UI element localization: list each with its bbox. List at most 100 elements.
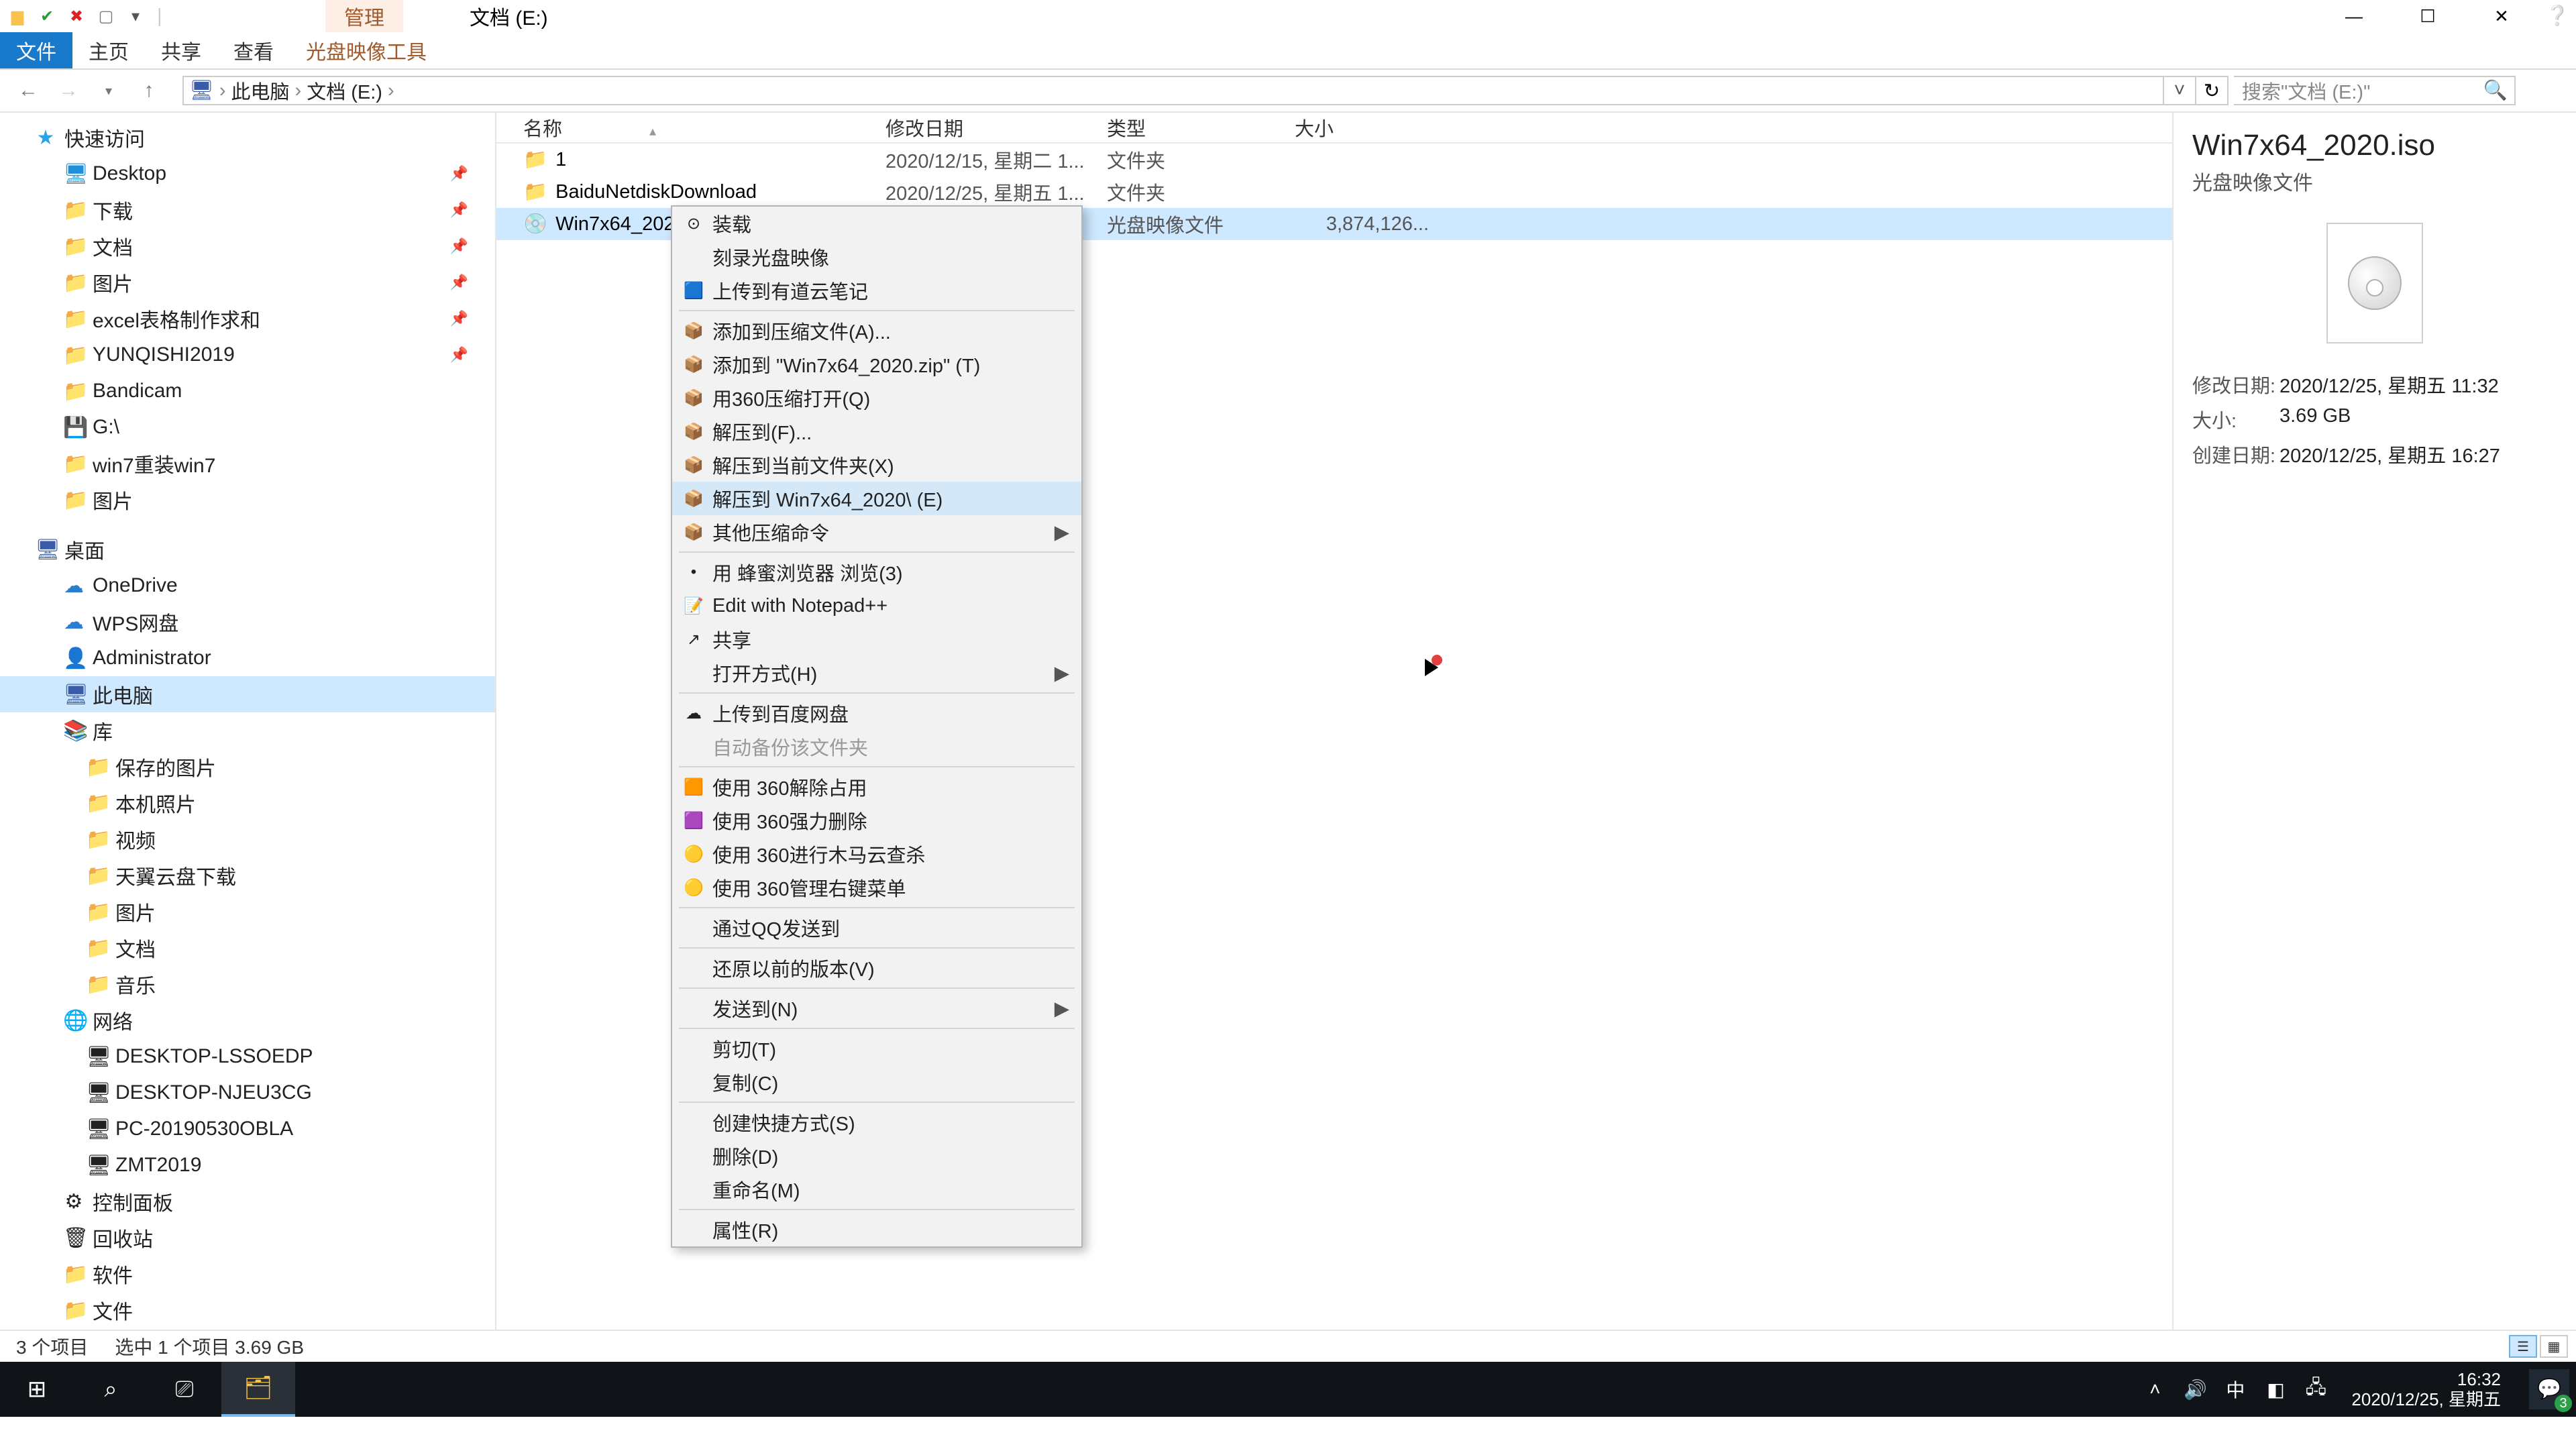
menu-item[interactable]: 重命名(M) <box>672 1173 1081 1206</box>
ribbon-tab-home[interactable]: 主页 <box>72 32 145 68</box>
tree-item[interactable]: 📚库 <box>0 712 495 749</box>
tree-item[interactable]: ☁WPS网盘 <box>0 604 495 640</box>
breadcrumb-sep[interactable]: › <box>290 80 307 102</box>
tree-item[interactable]: 📁文档📌 <box>0 228 495 264</box>
nav-history-dropdown[interactable]: ▾ <box>97 83 121 99</box>
tree-item[interactable]: 📁软件 <box>0 1256 495 1292</box>
tree-item[interactable]: ★快速访问 <box>0 119 495 156</box>
menu-item[interactable]: 发送到(N)▶ <box>672 991 1081 1025</box>
nav-tree[interactable]: ★快速访问🖥Desktop📌📁下载📌📁文档📌📁图片📌📁excel表格制作求和📌📁… <box>0 113 496 1330</box>
search-input[interactable]: 搜索"文档 (E:)" 🔍 <box>2234 76 2516 105</box>
tree-item[interactable]: 📁图片📌 <box>0 264 495 301</box>
menu-item[interactable]: 📦解压到(F)... <box>672 415 1081 448</box>
menu-item[interactable]: 📦解压到 Win7x64_2020\ (E) <box>672 482 1081 515</box>
tree-item[interactable]: 🖥桌面 <box>0 531 495 568</box>
menu-item[interactable]: 删除(D) <box>672 1139 1081 1173</box>
address-history-button[interactable]: ˅ <box>2163 77 2195 104</box>
breadcrumb-root-icon[interactable]: 🖥 <box>189 79 214 102</box>
view-details-button[interactable]: ☰ <box>2509 1335 2537 1358</box>
tree-item[interactable]: 📁YUNQISHI2019📌 <box>0 337 495 373</box>
tree-item[interactable]: 👤Administrator <box>0 640 495 676</box>
breadcrumb-sep[interactable]: › <box>382 80 400 102</box>
qat-props-icon[interactable]: ▢ <box>94 4 118 28</box>
tree-item[interactable]: 📁win7重装win7 <box>0 445 495 482</box>
tree-item[interactable]: 📁下载📌 <box>0 192 495 228</box>
tree-item[interactable]: 💾G:\ <box>0 409 495 445</box>
tree-item[interactable]: 📁本机照片 <box>0 785 495 821</box>
menu-item[interactable]: 剪切(T) <box>672 1032 1081 1065</box>
tree-item[interactable]: 🖥Desktop📌 <box>0 156 495 192</box>
minimize-button[interactable]: — <box>2317 0 2391 32</box>
qat-check-icon[interactable]: ✔ <box>35 4 59 28</box>
ime-indicator[interactable]: 中 <box>2221 1376 2249 1403</box>
menu-item[interactable]: ⊙装载 <box>672 207 1081 240</box>
nav-back-button[interactable]: ← <box>16 79 40 102</box>
menu-item[interactable]: 📦添加到 "Win7x64_2020.zip" (T) <box>672 347 1081 381</box>
nav-forward-button[interactable]: → <box>56 79 80 102</box>
breadcrumb-sep[interactable]: › <box>214 80 231 102</box>
menu-item[interactable]: 打开方式(H)▶ <box>672 656 1081 690</box>
tree-item[interactable]: 📁视频 <box>0 821 495 857</box>
col-date[interactable]: 修改日期 <box>885 113 1107 142</box>
tree-item[interactable]: 🖥ZMT2019 <box>0 1147 495 1183</box>
tray-app-icon[interactable]: ◧ <box>2261 1379 2290 1401</box>
menu-item[interactable]: 📦其他压缩命令▶ <box>672 515 1081 549</box>
ribbon-tab-disc-image-tools[interactable]: 光盘映像工具 <box>290 32 443 68</box>
action-center-button[interactable]: 💬3 <box>2529 1369 2569 1409</box>
menu-item[interactable]: 📝Edit with Notepad++ <box>672 589 1081 623</box>
tree-item[interactable]: 📁Bandicam <box>0 373 495 409</box>
menu-item[interactable]: 📦添加到压缩文件(A)... <box>672 314 1081 347</box>
taskbar-file-explorer[interactable]: 🗂 <box>221 1362 295 1417</box>
address-bar[interactable]: 🖥 › 此电脑 › 文档 (E:) › ˅ ↻ <box>182 76 2229 105</box>
refresh-button[interactable]: ↻ <box>2195 77 2227 104</box>
menu-item[interactable]: 📦解压到当前文件夹(X) <box>672 448 1081 482</box>
tree-item[interactable]: 📁音乐 <box>0 966 495 1002</box>
tree-item[interactable]: ☁OneDrive <box>0 568 495 604</box>
menu-item[interactable]: 🟧使用 360解除占用 <box>672 770 1081 804</box>
view-icons-button[interactable]: ▦ <box>2540 1335 2568 1358</box>
menu-item[interactable]: 通过QQ发送到 <box>672 911 1081 945</box>
contextual-tab-manage[interactable]: 管理 <box>325 0 403 32</box>
col-name[interactable]: 名称▴ <box>496 113 885 142</box>
col-type[interactable]: 类型 <box>1107 113 1295 142</box>
breadcrumb-this-pc[interactable]: 此电脑 <box>231 76 290 105</box>
volume-icon[interactable]: 🔊 <box>2181 1379 2209 1401</box>
ribbon-tab-file[interactable]: 文件 <box>0 32 72 68</box>
tree-item[interactable]: 🖥此电脑 <box>0 676 495 712</box>
menu-item[interactable]: 还原以前的版本(V) <box>672 951 1081 985</box>
qat-dropdown-icon[interactable]: ▾ <box>123 4 148 28</box>
tree-item[interactable]: 🖥PC-20190530OBLA <box>0 1111 495 1147</box>
file-row[interactable]: 📁BaiduNetdiskDownload2020/12/25, 星期五 1..… <box>496 176 2172 208</box>
tree-item[interactable]: 📁保存的图片 <box>0 749 495 785</box>
tree-item[interactable]: 📁图片 <box>0 482 495 518</box>
menu-item[interactable]: 属性(R) <box>672 1213 1081 1246</box>
start-button[interactable]: ⊞ <box>0 1362 74 1417</box>
nav-up-button[interactable]: ↑ <box>137 79 161 102</box>
ribbon-tab-share[interactable]: 共享 <box>145 32 217 68</box>
taskbar-search-button[interactable]: ⌕ <box>74 1362 148 1417</box>
maximize-button[interactable]: ☐ <box>2391 0 2465 32</box>
menu-item[interactable]: ↗共享 <box>672 623 1081 656</box>
ribbon-tab-view[interactable]: 查看 <box>217 32 290 68</box>
tree-item[interactable]: 📁天翼云盘下载 <box>0 857 495 894</box>
task-view-button[interactable]: ⎚ <box>148 1362 221 1417</box>
tree-item[interactable]: ⚙控制面板 <box>0 1183 495 1220</box>
close-button[interactable]: ✕ <box>2465 0 2538 32</box>
menu-item[interactable]: 🟦上传到有道云笔记 <box>672 274 1081 307</box>
tree-item[interactable]: 📁图片 <box>0 894 495 930</box>
help-icon[interactable]: ❔ <box>2538 0 2576 32</box>
tree-item[interactable]: 📁文档 <box>0 930 495 966</box>
col-size[interactable]: 大小 <box>1295 113 1442 142</box>
tree-item[interactable]: 🌐网络 <box>0 1002 495 1038</box>
menu-item[interactable]: 📦用360压缩打开(Q) <box>672 381 1081 415</box>
taskbar-clock[interactable]: 16:32 2020/12/25, 星期五 <box>2342 1369 2510 1409</box>
menu-item[interactable]: 🟪使用 360强力删除 <box>672 804 1081 837</box>
menu-item[interactable]: 🟡使用 360进行木马云查杀 <box>672 837 1081 871</box>
tree-item[interactable]: 🖥DESKTOP-LSSOEDP <box>0 1038 495 1075</box>
qat-close-icon[interactable]: ✖ <box>64 4 89 28</box>
tree-item[interactable]: 📁文件 <box>0 1292 495 1328</box>
menu-item[interactable]: ☁上传到百度网盘 <box>672 696 1081 730</box>
tree-item[interactable]: 🗑回收站 <box>0 1220 495 1256</box>
file-row[interactable]: 📁12020/12/15, 星期二 1...文件夹 <box>496 144 2172 176</box>
search-icon[interactable]: 🔍 <box>2483 79 2508 102</box>
